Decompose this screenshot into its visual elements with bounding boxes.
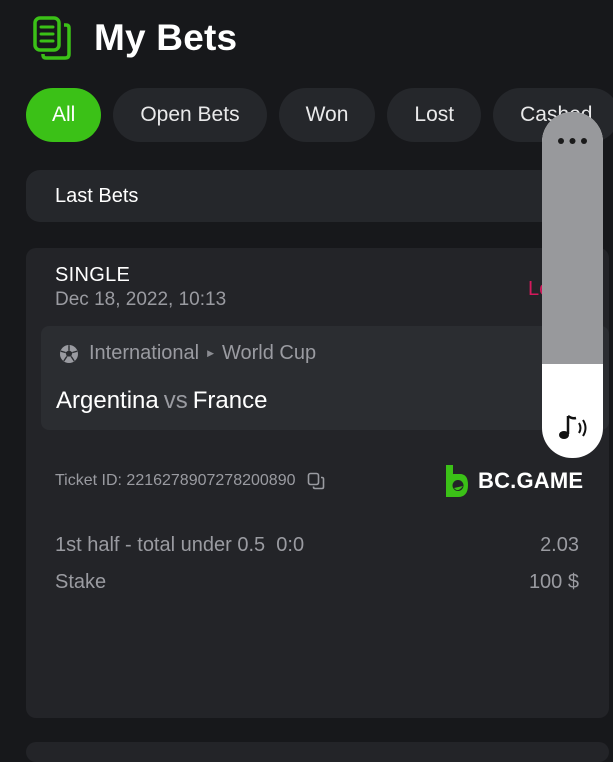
page-title: My Bets (94, 17, 238, 58)
tab-all[interactable]: All (26, 88, 102, 142)
stake-label: Stake (55, 571, 107, 593)
tournament-name: World Cup (222, 342, 317, 364)
tab-open-bets[interactable]: Open Bets (113, 88, 267, 142)
floating-control-panel[interactable] (542, 112, 603, 458)
bc-game-logo-icon (446, 465, 468, 497)
team-home: Argentina (56, 387, 159, 414)
chevron-right-icon: ▶ (207, 348, 214, 358)
last-bets-dropdown[interactable]: Last Bets (26, 170, 586, 222)
tab-lost[interactable]: Lost (387, 88, 482, 142)
selection-row: 1st half - total under 0.5 0:0 2.03 (55, 534, 579, 557)
match-teams: Argentina vs France (56, 387, 267, 415)
sound-icon[interactable] (554, 412, 592, 444)
bet-card[interactable]: SINGLE Dec 18, 2022, 10:13 Lost Internat… (26, 248, 609, 718)
selection-label: 1st half - total under 0.5 (55, 534, 266, 556)
ticket-id-label: Ticket ID: 2216278907278200890 (55, 472, 296, 489)
league-breadcrumb: International ▶ World Cup (59, 342, 316, 365)
bet-datetime: Dec 18, 2022, 10:13 (55, 289, 227, 310)
brand-name: BC.GAME (478, 468, 584, 493)
stake-value: 100 $ (528, 571, 579, 593)
ticket-id: Ticket ID: 2216278907278200890 (55, 472, 325, 490)
team-away: France (192, 387, 268, 414)
filter-tabs: All Open Bets Won Lost Cashed (26, 88, 613, 142)
tab-won[interactable]: Won (278, 88, 376, 142)
document-list-icon (33, 16, 71, 60)
soccer-ball-icon (60, 344, 78, 363)
next-bet-card[interactable] (26, 742, 609, 762)
league-name: International (89, 342, 200, 364)
selection-score: 0:0 (276, 534, 305, 556)
volume-slider-track[interactable] (542, 112, 603, 364)
odds-value: 2.03 (540, 534, 579, 556)
brand-logo: BC.GAME (444, 464, 583, 498)
bet-type: SINGLE (55, 264, 131, 286)
last-bets-label: Last Bets (55, 184, 139, 207)
vs-label: vs (163, 387, 188, 414)
match-info[interactable]: International ▶ World Cup Argentina vs Fra… (41, 326, 609, 430)
more-dots-icon[interactable] (556, 137, 589, 145)
copy-icon[interactable] (307, 472, 325, 490)
stake-row: Stake 100 $ (55, 571, 579, 594)
page-header: My Bets (32, 14, 237, 62)
